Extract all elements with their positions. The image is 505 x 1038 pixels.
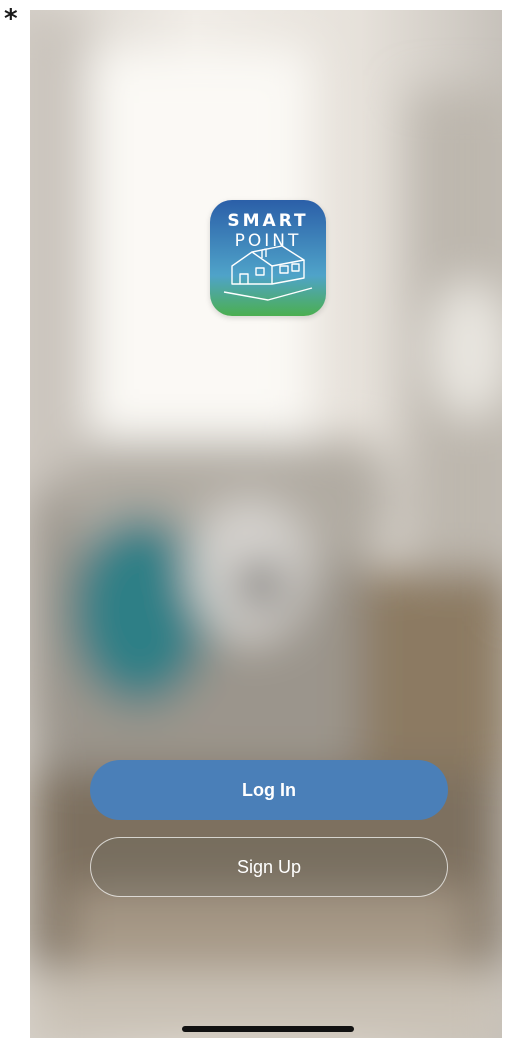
asterisk-marker: *	[4, 4, 18, 34]
smart-point-logo: SMART POINT	[210, 200, 326, 316]
home-indicator[interactable]	[182, 1026, 354, 1032]
logo-word-top: SMART	[227, 211, 308, 231]
phone-screen: SMART POINT Log In Sign Up	[30, 10, 502, 1038]
house-logo-icon: SMART POINT	[210, 200, 326, 316]
logo-word-bottom: POINT	[235, 231, 302, 251]
sign-up-button[interactable]: Sign Up	[90, 837, 448, 897]
page: * SMART POINT Log In Sign Up	[0, 0, 505, 1038]
log-in-button[interactable]: Log In	[90, 760, 448, 820]
sign-up-button-label: Sign Up	[236, 856, 302, 877]
log-in-button-label: Log In	[242, 779, 296, 800]
